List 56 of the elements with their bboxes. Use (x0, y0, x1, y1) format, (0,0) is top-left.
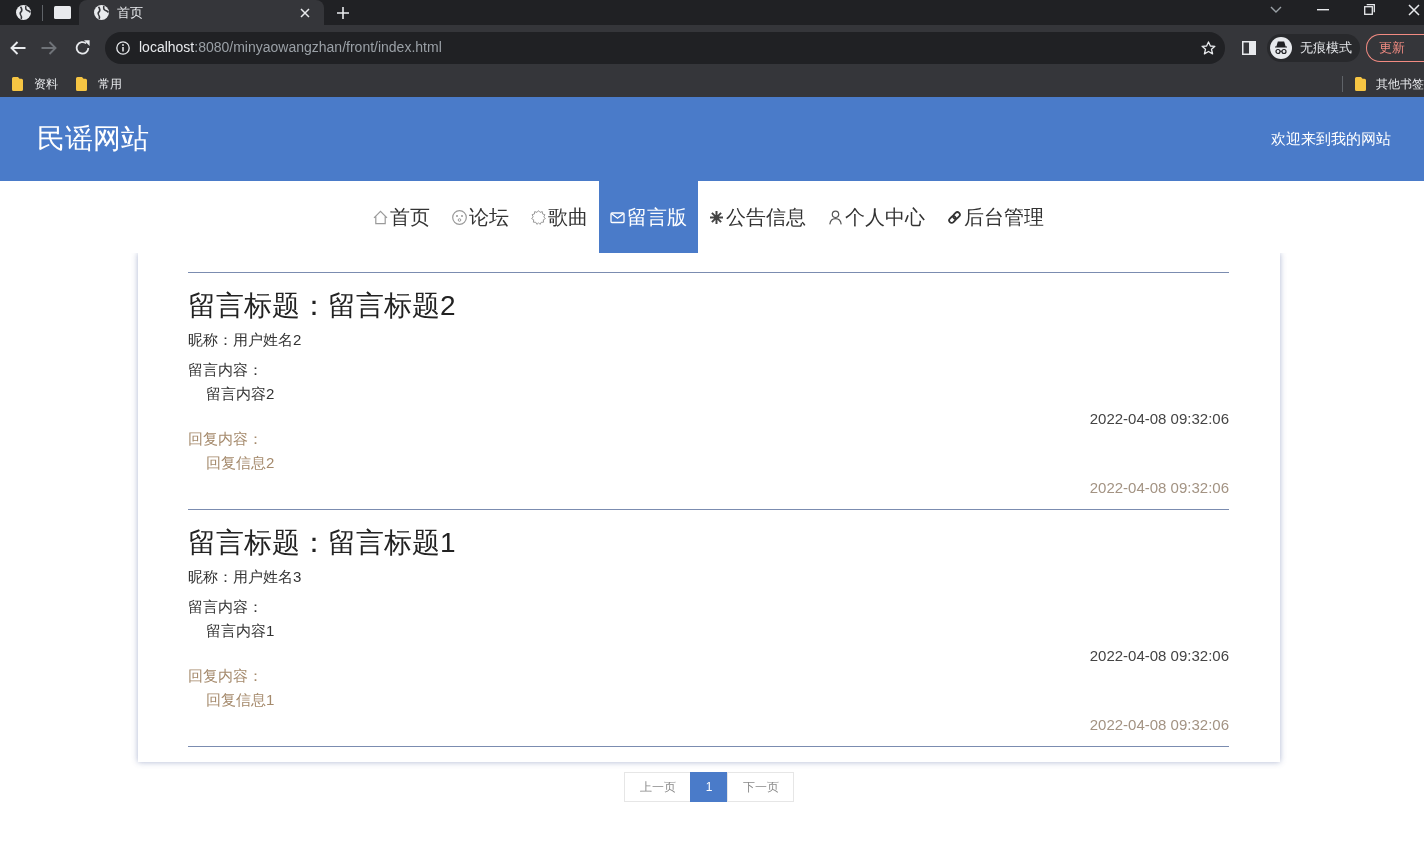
globe-icon[interactable] (16, 5, 31, 20)
folder-icon (12, 76, 23, 91)
reply-date: 2022-04-08 09:32:06 (1089, 478, 1229, 498)
bookmark-folder[interactable]: 常用 (76, 74, 122, 93)
star-icon[interactable] (1201, 40, 1216, 55)
back-icon[interactable] (10, 40, 26, 55)
info-icon[interactable] (116, 40, 130, 55)
message-date: 2022-04-08 09:32:06 (1089, 646, 1229, 666)
nickname-text: 昵称：用户姓名3 (188, 567, 302, 587)
profile-button[interactable]: 无痕模式 (1267, 33, 1360, 62)
minimize-icon[interactable] (1317, 8, 1329, 11)
folder-icon (76, 76, 87, 91)
bookmark-folder[interactable]: 资料 (12, 74, 58, 93)
welcome-text: 欢迎来到我的网站 (1271, 128, 1391, 149)
message-date: 2022-04-08 09:32:06 (1089, 409, 1229, 429)
folder-icon (1355, 76, 1366, 91)
message-title: 留言标题：留言标题2 (188, 289, 456, 323)
nickname-text: 昵称：用户姓名2 (188, 330, 302, 350)
reply-label: 回复内容： (188, 666, 263, 686)
incognito-icon (1270, 36, 1292, 59)
reply-text: 回复信息2 (206, 453, 275, 473)
side-panel-icon[interactable] (1242, 40, 1256, 55)
content-label: 留言内容： (188, 597, 263, 617)
nav-link[interactable]: 个人中心 (816, 181, 936, 253)
burst-icon (530, 209, 546, 225)
page-button[interactable]: 1 (690, 772, 728, 802)
site-title: 民谣网站 (37, 122, 149, 156)
nav-link[interactable]: 后台管理 (935, 181, 1055, 253)
message-content: 留言内容2 (206, 384, 275, 404)
close-icon[interactable] (1408, 3, 1420, 16)
close-icon[interactable] (300, 7, 310, 18)
user-icon (827, 209, 843, 225)
chevron-down-icon[interactable] (1270, 6, 1282, 13)
restore-icon[interactable] (1364, 4, 1375, 15)
nav-link[interactable]: 论坛 (440, 181, 520, 253)
nav-link[interactable]: 留言版 (598, 181, 698, 253)
browser-tab[interactable]: 首页 (79, 0, 324, 25)
message-title: 留言标题：留言标题1 (188, 526, 456, 560)
home-icon (372, 209, 388, 225)
reload-icon[interactable] (75, 40, 90, 55)
globe-icon (94, 5, 109, 20)
mail-icon (609, 209, 625, 225)
nav-link[interactable]: 公告信息 (697, 181, 817, 253)
bookmark-folder[interactable]: 其他书签 (1355, 74, 1424, 93)
smiley-icon (451, 209, 467, 225)
address-bar[interactable]: localhost:8080/minyaowangzhan/front/index.html (105, 31, 1225, 64)
asterisk-icon (708, 209, 724, 225)
link-icon (946, 209, 962, 225)
content-label: 留言内容： (188, 360, 263, 380)
message-content: 留言内容1 (206, 621, 275, 641)
plus-icon[interactable] (337, 6, 349, 19)
nav-link[interactable]: 首页 (361, 181, 441, 253)
reply-date: 2022-04-08 09:32:06 (1089, 715, 1229, 735)
reply-label: 回复内容： (188, 429, 263, 449)
nav-link[interactable]: 歌曲 (519, 181, 599, 253)
reply-text: 回复信息1 (206, 690, 275, 710)
